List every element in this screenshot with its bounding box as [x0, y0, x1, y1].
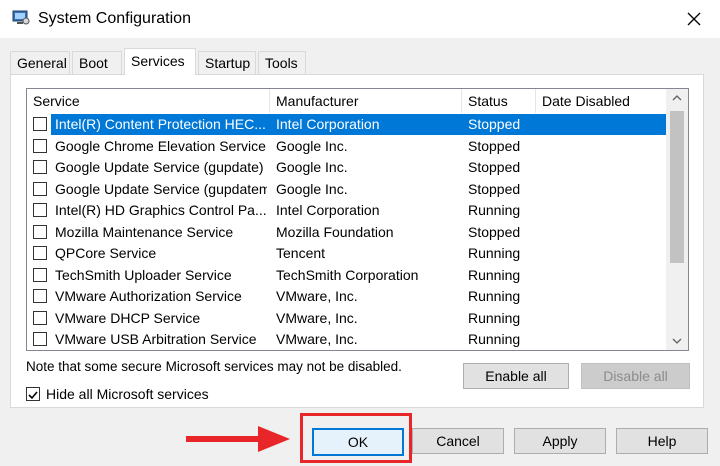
table-row[interactable]: Mozilla Maintenance Service Mozilla Found…	[27, 222, 667, 244]
service-manufacturer: Mozilla Foundation	[276, 223, 394, 240]
scroll-down-button[interactable]	[666, 332, 688, 350]
enable-all-button[interactable]: Enable all	[463, 363, 569, 389]
service-status: Stopped	[468, 180, 521, 197]
service-checkbox[interactable]	[33, 181, 47, 196]
service-status: Stopped	[468, 159, 521, 175]
vertical-scrollbar[interactable]	[666, 89, 688, 350]
table-row[interactable]: Intel(R) Content Protection HEC... Intel …	[27, 114, 667, 136]
tab-startup[interactable]: Startup	[198, 51, 256, 74]
service-status: Stopped	[468, 137, 521, 154]
service-manufacturer: Intel Corporation	[276, 116, 380, 132]
service-checkbox[interactable]	[33, 160, 47, 174]
table-row[interactable]: Google Update Service (gupdatem) Google I…	[27, 179, 667, 201]
service-name: Google Chrome Elevation Service	[55, 137, 266, 154]
list-header: Service Manufacturer Status Date Disable…	[27, 89, 667, 113]
column-service[interactable]: Service	[27, 89, 270, 113]
chevron-down-icon	[672, 338, 682, 344]
close-icon	[687, 12, 701, 26]
service-status: Stopped	[468, 116, 521, 132]
service-manufacturer: VMware, Inc.	[276, 288, 358, 304]
column-manufacturer[interactable]: Manufacturer	[270, 89, 462, 113]
service-manufacturer: Google Inc.	[276, 180, 348, 197]
cancel-button[interactable]: Cancel	[412, 428, 504, 454]
service-manufacturer: Tencent	[276, 245, 326, 261]
service-checkbox[interactable]	[33, 310, 47, 325]
service-name: Google Update Service (gupdate)	[55, 159, 264, 175]
service-checkbox[interactable]	[33, 332, 47, 346]
scroll-up-button[interactable]	[666, 89, 688, 107]
service-status: Running	[468, 331, 521, 347]
help-button[interactable]: Help	[616, 428, 708, 454]
service-status: Running	[468, 202, 521, 218]
service-manufacturer: TechSmith Corporation	[276, 266, 419, 283]
service-manufacturer: Intel Corporation	[276, 202, 380, 218]
service-status: Stopped	[468, 223, 521, 240]
table-row[interactable]: Google Chrome Elevation Service Google In…	[27, 136, 667, 158]
chevron-up-icon	[672, 95, 682, 101]
service-name: Google Update Service (gupdatem)	[55, 180, 267, 197]
service-checkbox[interactable]	[33, 203, 47, 217]
table-row[interactable]: QPCore Service Tencent Running	[27, 243, 667, 265]
hide-microsoft-checkbox[interactable]	[26, 387, 40, 401]
msconfig-icon	[12, 10, 30, 26]
table-row[interactable]: Intel(R) HD Graphics Control Pa... Intel …	[27, 200, 667, 222]
services-panel: Service Manufacturer Status Date Disable…	[10, 74, 704, 408]
service-manufacturer: Google Inc.	[276, 159, 348, 175]
note-text: Note that some secure Microsoft services…	[26, 359, 402, 374]
window-title: System Configuration	[38, 10, 191, 27]
service-name: QPCore Service	[55, 245, 157, 261]
service-name: VMware USB Arbitration Service	[55, 331, 257, 347]
service-name: Intel(R) HD Graphics Control Pa...	[55, 202, 267, 218]
service-name: Intel(R) Content Protection HEC...	[55, 116, 266, 132]
scroll-thumb[interactable]	[670, 111, 684, 263]
service-checkbox[interactable]	[33, 267, 47, 282]
column-date-disabled[interactable]: Date Disabled	[536, 89, 667, 113]
tab-tools[interactable]: Tools	[258, 51, 306, 74]
services-list[interactable]: Service Manufacturer Status Date Disable…	[26, 88, 689, 351]
apply-button[interactable]: Apply	[514, 428, 606, 454]
service-status: Running	[468, 245, 521, 261]
disable-all-button[interactable]: Disable all	[581, 363, 690, 389]
service-checkbox[interactable]	[33, 289, 47, 303]
tab-general[interactable]: General	[10, 51, 70, 74]
table-row[interactable]: VMware DHCP Service VMware, Inc. Running	[27, 308, 667, 330]
tab-services[interactable]: Services	[124, 48, 196, 75]
service-name: Mozilla Maintenance Service	[55, 223, 234, 240]
service-name: TechSmith Uploader Service	[55, 266, 232, 283]
tab-boot[interactable]: Boot	[72, 51, 122, 74]
service-status: Running	[468, 309, 521, 326]
service-name: VMware Authorization Service	[55, 288, 242, 304]
dialog-client: General Boot Services Startup Tools Serv…	[0, 38, 720, 466]
column-status[interactable]: Status	[462, 89, 536, 113]
service-checkbox[interactable]	[33, 138, 47, 153]
close-button[interactable]	[676, 4, 712, 34]
service-manufacturer: VMware, Inc.	[276, 309, 358, 326]
service-manufacturer: VMware, Inc.	[276, 331, 358, 347]
service-status: Running	[468, 288, 521, 304]
table-row[interactable]: VMware Authorization Service VMware, Inc.…	[27, 286, 667, 308]
hide-microsoft-label: Hide all Microsoft services	[46, 386, 209, 402]
title-bar: System Configuration	[0, 0, 720, 38]
service-checkbox[interactable]	[33, 246, 47, 260]
table-row[interactable]: Google Update Service (gupdate) Google In…	[27, 157, 667, 179]
service-checkbox[interactable]	[33, 224, 47, 239]
service-checkbox[interactable]	[33, 117, 47, 131]
arrow-right-icon	[186, 426, 290, 452]
table-row[interactable]: TechSmith Uploader Service TechSmith Corp…	[27, 265, 667, 287]
ok-highlight-box	[300, 413, 412, 463]
checkmark-icon	[28, 391, 38, 400]
service-name: VMware DHCP Service	[55, 309, 201, 326]
table-row[interactable]: VMware USB Arbitration Service VMware, In…	[27, 329, 667, 350]
list-rows: Intel(R) Content Protection HEC... Intel …	[27, 114, 667, 350]
service-manufacturer: Google Inc.	[276, 137, 348, 154]
service-status: Running	[468, 266, 521, 283]
